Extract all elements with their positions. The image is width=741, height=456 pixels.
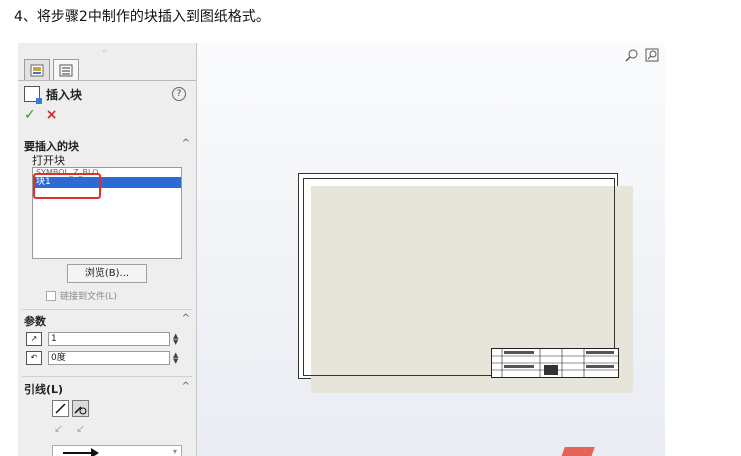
scale-row: ↗ 1 ▲ ▼ bbox=[26, 332, 186, 346]
arrow-style-dropdown[interactable]: ▾ bbox=[52, 445, 182, 456]
scale-icon: ↗ bbox=[26, 332, 42, 346]
leader-icon[interactable] bbox=[52, 400, 69, 417]
chevron-up-icon[interactable]: ^ bbox=[182, 381, 190, 397]
section-params-header[interactable]: 参数 ^ bbox=[24, 313, 190, 329]
chevron-up-icon[interactable]: ^ bbox=[182, 138, 190, 154]
link-to-file-label: 链接到文件(L) bbox=[60, 292, 118, 302]
title-block bbox=[491, 348, 619, 378]
angle-icon: ↶ bbox=[26, 351, 42, 365]
chevron-up-icon[interactable]: ^ bbox=[182, 313, 190, 329]
graphics-viewport[interactable] bbox=[197, 43, 665, 456]
zoom-to-fit-icon[interactable] bbox=[645, 47, 659, 62]
cancel-button[interactable]: × bbox=[46, 107, 58, 123]
panel-tabs bbox=[24, 59, 82, 81]
angle-row: ↶ 0度 ▲ ▼ bbox=[26, 351, 186, 365]
link-to-file-checkbox[interactable]: 链接到文件(L) bbox=[46, 289, 117, 302]
scale-input[interactable]: 1 bbox=[48, 332, 170, 346]
drawing-sheet[interactable] bbox=[298, 173, 633, 393]
arrow-style-icon bbox=[63, 448, 99, 456]
insert-block-icon bbox=[24, 86, 42, 104]
no-leader-icon[interactable] bbox=[72, 400, 89, 417]
tab-feature-tree[interactable] bbox=[53, 59, 79, 81]
open-block-label: 打开块 bbox=[32, 154, 65, 167]
highlight-annotation bbox=[33, 173, 101, 199]
section-params-title: 参数 bbox=[24, 315, 46, 328]
checkbox-box[interactable] bbox=[46, 290, 56, 301]
ok-button[interactable]: ✓ bbox=[24, 107, 36, 123]
panel-title: 插入块 bbox=[46, 87, 83, 102]
confirm-row: ✓ × bbox=[24, 107, 57, 123]
leader-right-icon: ↙ bbox=[76, 422, 86, 435]
angle-input[interactable]: 0度 bbox=[48, 351, 170, 365]
scale-spinner[interactable]: ▲ ▼ bbox=[173, 333, 178, 346]
help-icon[interactable]: ? bbox=[172, 87, 186, 101]
sheet-border bbox=[303, 178, 615, 376]
watermark-fragment bbox=[561, 447, 595, 456]
leader-left-icon: ↙ bbox=[54, 422, 64, 435]
app-screenshot: ◦ 插入块 ? ✓ × 要插入的块 ^ 打开块 SYMBOL_Z_BLO 块1 bbox=[18, 43, 665, 456]
property-manager-icon bbox=[30, 64, 44, 76]
chevron-down-icon[interactable]: ▾ bbox=[173, 447, 177, 456]
feature-tree-icon bbox=[59, 64, 73, 76]
panel-title-row: 插入块 ? bbox=[24, 85, 192, 104]
zoom-icon[interactable] bbox=[625, 47, 639, 62]
browse-button[interactable]: 浏览(B)... bbox=[67, 264, 147, 283]
tab-property-manager[interactable] bbox=[24, 59, 50, 81]
panel-grip[interactable]: ◦ bbox=[102, 47, 107, 56]
instruction-text: 4、将步骤2中制作的块插入到图纸格式。 bbox=[14, 9, 270, 25]
property-manager-panel: ◦ 插入块 ? ✓ × 要插入的块 ^ 打开块 SYMBOL_Z_BLO 块1 bbox=[18, 43, 197, 456]
section-leader-header[interactable]: 引线(L) ^ bbox=[24, 381, 190, 397]
angle-spinner[interactable]: ▲ ▼ bbox=[173, 352, 178, 365]
section-leader-title: 引线(L) bbox=[24, 383, 64, 396]
view-toolbar bbox=[625, 47, 659, 62]
